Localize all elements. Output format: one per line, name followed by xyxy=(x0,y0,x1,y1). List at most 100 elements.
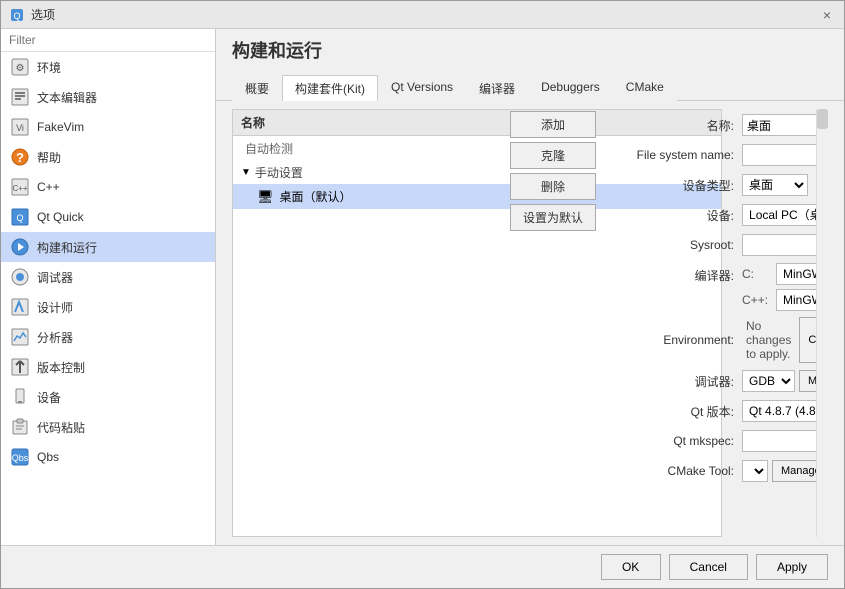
svg-text:C++: C++ xyxy=(12,184,27,193)
svg-text:Q: Q xyxy=(16,213,23,223)
sidebar: ⚙ 环境 文本编辑器 Vi FakeVim ? 帮助 xyxy=(1,29,216,545)
env-group: No changes to apply. Change... xyxy=(742,317,816,363)
svg-text:Q: Q xyxy=(13,11,20,21)
debugger-icon xyxy=(11,268,29,286)
name-field-group: 🖥 xyxy=(742,114,816,136)
compiler-cpp-row: C++: MinGW xyxy=(742,289,816,311)
device-type-select[interactable]: 桌面 xyxy=(742,174,808,196)
sidebar-item-debugger[interactable]: 调试器 xyxy=(1,262,215,292)
filesystem-input[interactable] xyxy=(742,144,816,166)
debugger-row: 调试器: GDB Manage... xyxy=(612,369,808,393)
qt-mkspec-input[interactable] xyxy=(742,430,816,452)
vcs-icon xyxy=(11,358,29,376)
fakevim-icon: Vi xyxy=(11,118,29,136)
kits-content: 名称 自动检测 ▼ 手动设置 🖥 桌面（默认） 添加 xyxy=(216,101,844,545)
title-icon: Q xyxy=(9,7,25,23)
cancel-button[interactable]: Cancel xyxy=(669,554,748,580)
sidebar-item-texteditor[interactable]: 文本编辑器 xyxy=(1,82,215,112)
compiler-label: 编译器: xyxy=(612,263,742,284)
title-bar: Q 选项 × xyxy=(1,1,844,29)
close-button[interactable]: × xyxy=(818,6,836,24)
qbs-icon: Qbs xyxy=(11,448,29,466)
add-kit-button[interactable]: 添加 xyxy=(510,111,596,138)
device-select[interactable]: Local PC（桌面 类型的默认设备） xyxy=(742,204,816,226)
desktop-kit-label: 桌面（默认） xyxy=(280,188,352,205)
sidebar-label-cpp: C++ xyxy=(37,180,60,194)
sidebar-label-fakevim: FakeVim xyxy=(37,120,84,134)
sidebar-item-fakevim[interactable]: Vi FakeVim xyxy=(1,112,215,142)
tab-compilers[interactable]: 编译器 xyxy=(466,75,528,101)
sidebar-item-vcs[interactable]: 版本控制 xyxy=(1,352,215,382)
apply-button[interactable]: Apply xyxy=(756,554,828,580)
sidebar-item-buildrun[interactable]: 构建和运行 xyxy=(1,232,215,262)
help-icon: ? xyxy=(11,148,29,166)
sysroot-group: 浏览... xyxy=(742,234,816,256)
environment-change-btn[interactable]: Change... xyxy=(799,317,816,363)
qt-version-row: Qt 版本: Qt 4.8.7 (4.8.7) Manage... xyxy=(612,399,808,423)
qt-mkspec-label: Qt mkspec: xyxy=(612,434,742,448)
texteditor-icon xyxy=(11,88,29,106)
dialog-footer: OK Cancel Apply xyxy=(1,545,844,588)
codepaste-icon xyxy=(11,418,29,436)
qt-version-group: Qt 4.8.7 (4.8.7) Manage... xyxy=(742,400,816,422)
cmake-select[interactable] xyxy=(742,460,768,482)
scrollbar[interactable] xyxy=(816,109,828,537)
set-default-button[interactable]: 设置为默认 xyxy=(510,204,596,231)
sidebar-label-texteditor: 文本编辑器 xyxy=(37,89,97,106)
compiler-cpp-select[interactable]: MinGW xyxy=(776,289,816,311)
svg-text:Vi: Vi xyxy=(16,123,24,133)
expand-arrow-icon: ▼ xyxy=(241,167,251,178)
sidebar-item-qbs[interactable]: Qbs Qbs xyxy=(1,442,215,472)
sidebar-label-help: 帮助 xyxy=(37,149,61,166)
svg-text:⚙: ⚙ xyxy=(16,63,25,74)
sidebar-item-analyzer[interactable]: 分析器 xyxy=(1,322,215,352)
sidebar-item-codepaste[interactable]: 代码粘贴 xyxy=(1,412,215,442)
tab-overview[interactable]: 概要 xyxy=(232,75,282,101)
device-type-row: 设备类型: 桌面 xyxy=(612,173,808,197)
tab-debuggers[interactable]: Debuggers xyxy=(528,75,613,101)
cmake-group: Manage... xyxy=(742,460,816,482)
tab-kits[interactable]: 构建套件(Kit) xyxy=(282,75,378,101)
environment-row: Environment: No changes to apply. Change… xyxy=(612,317,808,363)
debugger-manage-btn[interactable]: Manage... xyxy=(799,370,816,392)
sidebar-item-designer[interactable]: 设计师 xyxy=(1,292,215,322)
sysroot-input[interactable] xyxy=(742,234,816,256)
page-title: 构建和运行 xyxy=(232,37,828,63)
form-area: 名称: 🖥 File system name: xyxy=(604,109,816,537)
cmake-manage-btn[interactable]: Manage... xyxy=(772,460,816,482)
name-input[interactable] xyxy=(742,114,816,136)
debugger-label: 调试器: xyxy=(612,373,742,390)
sidebar-label-designer: 设计师 xyxy=(37,299,73,316)
clone-kit-button[interactable]: 克隆 xyxy=(510,142,596,169)
sidebar-label-codepaste: 代码粘贴 xyxy=(37,419,85,436)
environment-value: No changes to apply. xyxy=(742,317,795,363)
tab-cmake[interactable]: CMake xyxy=(613,75,677,101)
sysroot-row: Sysroot: 浏览... xyxy=(612,233,808,257)
filesystem-label: File system name: xyxy=(612,148,742,162)
filter-input[interactable] xyxy=(1,29,215,52)
ok-button[interactable]: OK xyxy=(601,554,661,580)
delete-kit-button[interactable]: 删除 xyxy=(510,173,596,200)
sidebar-label-buildrun: 构建和运行 xyxy=(37,239,97,256)
compiler-c-select[interactable]: MinGW xyxy=(776,263,816,285)
manual-section-label: 手动设置 xyxy=(255,164,303,181)
sidebar-item-help[interactable]: ? 帮助 xyxy=(1,142,215,172)
sidebar-item-cpp[interactable]: C++ C++ xyxy=(1,172,215,202)
debugger-select[interactable]: GDB xyxy=(742,370,795,392)
sidebar-label-devices: 设备 xyxy=(37,389,61,406)
main-content: 构建和运行 概要 构建套件(Kit) Qt Versions 编译器 Debug… xyxy=(216,29,844,545)
sidebar-item-qtquick[interactable]: Q Qt Quick xyxy=(1,202,215,232)
sidebar-item-environment[interactable]: ⚙ 环境 xyxy=(1,52,215,82)
form-scroll: 名称: 🖥 File system name: xyxy=(604,109,816,493)
cmake-row: CMake Tool: Manage... xyxy=(612,459,808,483)
title-bar-left: Q 选项 xyxy=(9,6,55,23)
sidebar-label-environment: 环境 xyxy=(37,59,61,76)
sysroot-label: Sysroot: xyxy=(612,238,742,252)
tab-qtversions[interactable]: Qt Versions xyxy=(378,75,466,101)
tabs-bar: 概要 构建套件(Kit) Qt Versions 编译器 Debuggers C… xyxy=(216,75,844,101)
devices-icon xyxy=(11,388,29,406)
cmake-label: CMake Tool: xyxy=(612,464,742,478)
sidebar-item-devices[interactable]: 设备 xyxy=(1,382,215,412)
sidebar-label-qbs: Qbs xyxy=(37,450,59,464)
qt-version-select[interactable]: Qt 4.8.7 (4.8.7) xyxy=(742,400,816,422)
